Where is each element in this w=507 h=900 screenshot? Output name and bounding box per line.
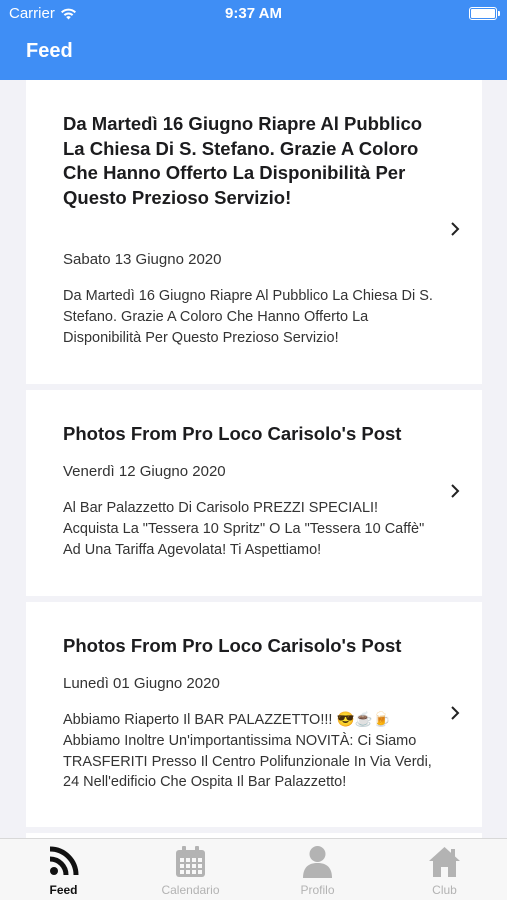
tab-label: Profilo [300,883,335,897]
feed-card[interactable]: Photos From Pro Loco Carisolo's Post Lun… [26,602,482,827]
page-title: Feed [26,40,73,62]
home-icon [429,847,460,877]
header: Carrier 9:37 AM Feed [0,0,507,80]
chevron-right-icon [451,706,460,720]
tab-feed[interactable]: Feed [0,839,127,900]
feed-card-text: Abbiamo Riaperto Il BAR PALAZZETTO!!! 😎☕… [63,712,432,791]
feed-card-text: Da Martedì 16 Giugno Riapre Al Pubblico … [63,288,433,346]
rss-icon [49,846,79,876]
calendar-icon [176,846,205,877]
feed-card-date: Lunedì 01 Giugno 2020 [63,675,220,692]
tab-label: Calendario [161,883,220,897]
user-icon [303,846,332,878]
battery-icon [469,7,500,20]
feed-card-title: Da Martedì 16 Giugno Riapre Al Pubblico … [63,113,423,208]
chevron-right-icon [451,484,460,498]
feed-card-date: Venerdì 12 Giugno 2020 [63,463,226,480]
feed-card-date: Sabato 13 Giugno 2020 [63,251,222,268]
status-time: 9:37 AM [225,5,282,22]
tab-bar: Feed Calendario Profilo Club [0,838,507,900]
tab-calendario[interactable]: Calendario [127,839,254,900]
feed-card-title: Photos From Pro Loco Carisolo's Post [63,635,402,656]
tab-profilo[interactable]: Profilo [254,839,381,900]
tab-label: Club [432,883,457,897]
status-bar: Carrier 9:37 AM [0,0,507,28]
feed-card[interactable]: Photos From Pro Loco Carisolo's Post Ven… [26,390,482,596]
tab-club[interactable]: Club [381,839,507,900]
feed-list[interactable]: Da Martedì 16 Giugno Riapre Al Pubblico … [0,80,507,838]
tab-label: Feed [49,883,78,897]
feed-card[interactable]: Da Martedì 16 Giugno Riapre Al Pubblico … [26,80,482,384]
feed-card-title: Photos From Pro Loco Carisolo's Post [63,423,402,444]
feed-card-text: Al Bar Palazzetto Di Carisolo PREZZI SPE… [63,500,425,558]
chevron-right-icon [451,222,460,236]
